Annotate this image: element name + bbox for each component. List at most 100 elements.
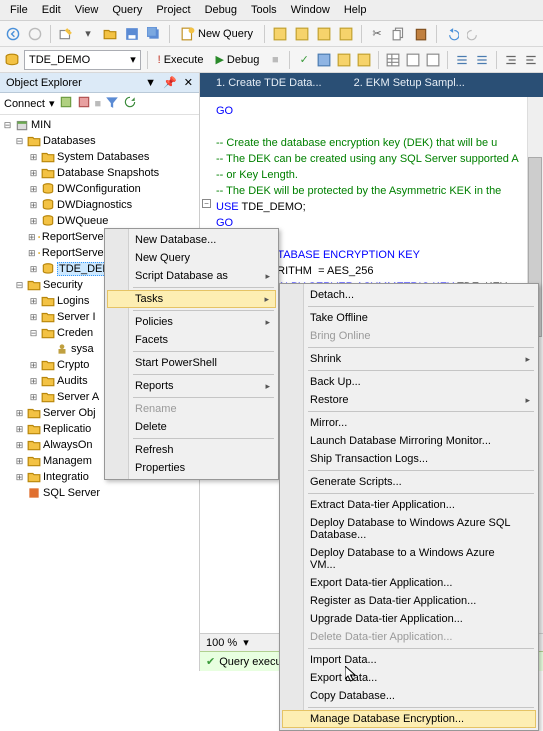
- pin-icon[interactable]: ▼: [145, 77, 156, 89]
- ctx-new-database[interactable]: New Database...: [107, 231, 276, 249]
- task-backup[interactable]: Back Up...: [282, 373, 536, 391]
- task-shrink[interactable]: Shrink▸: [282, 350, 536, 368]
- menu-help[interactable]: Help: [338, 2, 373, 18]
- connect-button[interactable]: Connect: [4, 98, 45, 110]
- undo-icon[interactable]: [443, 25, 461, 43]
- tb-btn-2[interactable]: [293, 25, 311, 43]
- tb-btn-1[interactable]: [271, 25, 289, 43]
- object-explorer-title-bar: Object Explorer ▼ 📌 ✕: [0, 73, 199, 93]
- tree-item[interactable]: SQL Server: [0, 485, 199, 501]
- chevron-down-icon[interactable]: ▾: [49, 97, 55, 110]
- success-icon: ✔: [206, 655, 215, 668]
- filter-icon[interactable]: [105, 95, 119, 112]
- menu-file[interactable]: File: [4, 2, 34, 18]
- menu-debug[interactable]: Debug: [199, 2, 243, 18]
- ctx-new-query[interactable]: New Query: [107, 249, 276, 267]
- ctx-properties[interactable]: Properties: [107, 459, 276, 477]
- task-upgrade-dt[interactable]: Upgrade Data-tier Application...: [282, 610, 536, 628]
- tb2-btn-2[interactable]: [336, 51, 352, 69]
- execute-button[interactable]: ! Execute: [154, 53, 208, 67]
- task-export-data[interactable]: Export Data...: [282, 669, 536, 687]
- tree-server[interactable]: ⊟MIN: [0, 117, 199, 133]
- ctx-tasks[interactable]: Tasks▸: [107, 290, 276, 308]
- ctx-script-database[interactable]: Script Database as▸: [107, 267, 276, 285]
- stop-icon[interactable]: ■: [267, 51, 283, 69]
- tree-item[interactable]: ⊞DWQueue: [0, 213, 199, 229]
- stop-icon[interactable]: ■: [95, 98, 102, 110]
- tb2-btn-1[interactable]: [316, 51, 332, 69]
- chevron-down-icon[interactable]: ▾: [243, 636, 249, 649]
- menu-project[interactable]: Project: [150, 2, 196, 18]
- redo-icon[interactable]: [465, 25, 483, 43]
- task-copy-database[interactable]: Copy Database...: [282, 687, 536, 705]
- menu-query[interactable]: Query: [106, 2, 148, 18]
- task-deploy-azure-db[interactable]: Deploy Database to Windows Azure SQL Dat…: [282, 514, 536, 544]
- context-menu-database: New Database... New Query Script Databas…: [104, 228, 279, 480]
- disconnect-icon[interactable]: [77, 95, 91, 112]
- ctx-refresh[interactable]: Refresh: [107, 441, 276, 459]
- outdent-icon[interactable]: [523, 51, 539, 69]
- save-all-icon[interactable]: [145, 25, 163, 43]
- task-mirror[interactable]: Mirror...: [282, 414, 536, 432]
- task-export-dt[interactable]: Export Data-tier Application...: [282, 574, 536, 592]
- ctx-policies[interactable]: Policies▸: [107, 313, 276, 331]
- tb2-btn-3[interactable]: [356, 51, 372, 69]
- ctx-start-powershell[interactable]: Start PowerShell: [107, 354, 276, 372]
- task-import-data[interactable]: Import Data...: [282, 651, 536, 669]
- connect-icon[interactable]: [59, 95, 73, 112]
- parse-icon[interactable]: ✓: [296, 51, 312, 69]
- new-query-button[interactable]: New Query: [176, 25, 258, 43]
- dropdown-icon[interactable]: ▾: [79, 25, 97, 43]
- comment-icon[interactable]: [454, 51, 470, 69]
- paste-icon[interactable]: [412, 25, 430, 43]
- open-icon[interactable]: [101, 25, 119, 43]
- nav-back-icon[interactable]: [4, 25, 22, 43]
- task-deploy-azure-vm[interactable]: Deploy Database to a Windows Azure VM...: [282, 544, 536, 574]
- menu-tools[interactable]: Tools: [245, 2, 283, 18]
- uncomment-icon[interactable]: [474, 51, 490, 69]
- task-restore[interactable]: Restore▸: [282, 391, 536, 409]
- refresh-icon[interactable]: [123, 95, 137, 112]
- tree-item[interactable]: ⊞System Databases: [0, 149, 199, 165]
- menu-view[interactable]: View: [69, 2, 105, 18]
- tab-ekm-setup[interactable]: 2. EKM Setup Sampl...: [338, 73, 481, 97]
- nav-fwd-icon[interactable]: [26, 25, 44, 43]
- results-text-icon[interactable]: [405, 51, 421, 69]
- tb-btn-3[interactable]: [315, 25, 333, 43]
- task-register-dt[interactable]: Register as Data-tier Application...: [282, 592, 536, 610]
- cut-icon[interactable]: ✂: [368, 25, 386, 43]
- task-generate-scripts[interactable]: Generate Scripts...: [282, 473, 536, 491]
- indent-icon[interactable]: [503, 51, 519, 69]
- new-project-icon[interactable]: [57, 25, 75, 43]
- task-launch-mirror-monitor[interactable]: Launch Database Mirroring Monitor...: [282, 432, 536, 450]
- autohide-icon[interactable]: 📌: [163, 77, 177, 89]
- task-take-offline[interactable]: Take Offline: [282, 309, 536, 327]
- ctx-facets[interactable]: Facets: [107, 331, 276, 349]
- tree-item[interactable]: ⊞DWDiagnostics: [0, 197, 199, 213]
- task-ship-logs[interactable]: Ship Transaction Logs...: [282, 450, 536, 468]
- results-grid-icon[interactable]: [385, 51, 401, 69]
- debug-button[interactable]: ▶ Debug: [211, 52, 263, 67]
- results-file-icon[interactable]: [425, 51, 441, 69]
- tree-item[interactable]: ⊞Database Snapshots: [0, 165, 199, 181]
- menu-edit[interactable]: Edit: [36, 2, 67, 18]
- fold-icon[interactable]: −: [202, 199, 211, 208]
- submenu-arrow-icon: ▸: [265, 381, 270, 392]
- zoom-value[interactable]: 100 %: [206, 637, 237, 649]
- menu-window[interactable]: Window: [285, 2, 336, 18]
- tree-databases[interactable]: ⊟Databases: [0, 133, 199, 149]
- task-extract-dt[interactable]: Extract Data-tier Application...: [282, 496, 536, 514]
- tab-create-tde[interactable]: 1. Create TDE Data...: [200, 73, 338, 97]
- tb-btn-4[interactable]: [337, 25, 355, 43]
- status-text: Query execut: [219, 656, 284, 668]
- ctx-reports[interactable]: Reports▸: [107, 377, 276, 395]
- task-detach[interactable]: Detach...: [282, 286, 536, 304]
- task-manage-encryption[interactable]: Manage Database Encryption...: [282, 710, 536, 728]
- tree-item[interactable]: ⊞DWConfiguration: [0, 181, 199, 197]
- use-db-icon[interactable]: [4, 51, 20, 69]
- copy-icon[interactable]: [390, 25, 408, 43]
- save-icon[interactable]: [123, 25, 141, 43]
- ctx-delete[interactable]: Delete: [107, 418, 276, 436]
- database-combo[interactable]: TDE_DEMO ▾: [24, 50, 141, 70]
- close-icon[interactable]: ✕: [184, 77, 193, 89]
